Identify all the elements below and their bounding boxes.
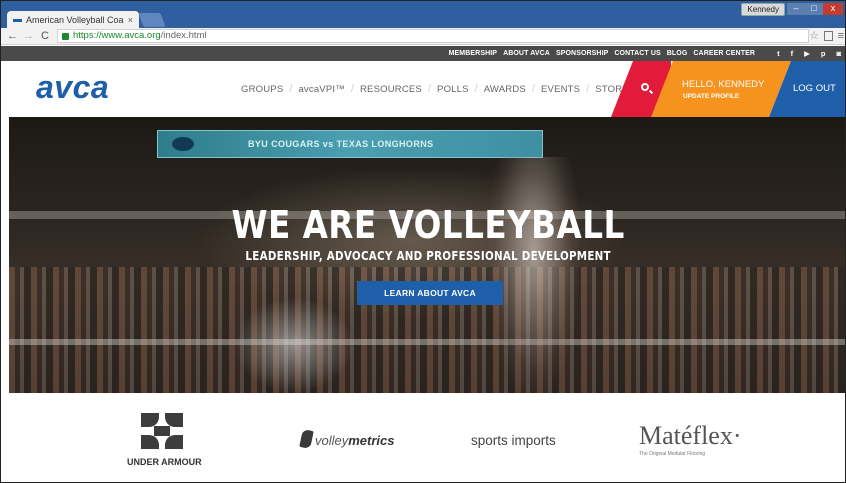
nav-separator: /: [427, 83, 432, 95]
nav-polls[interactable]: POLLS: [437, 84, 469, 95]
volleymetrics-label[interactable]: volleymetrics: [315, 433, 395, 448]
volleymetrics-prefix: volley: [315, 433, 349, 448]
main-nav: GROUPS / avcaVPI™ / RESOURCES / POLLS / …: [241, 61, 629, 117]
nav-resources[interactable]: RESOURCES: [360, 84, 422, 95]
nav-separator: /: [289, 83, 293, 95]
youtube-icon[interactable]: ▶: [804, 49, 810, 58]
reload-icon[interactable]: C: [41, 29, 49, 44]
extension-icon[interactable]: [824, 31, 833, 41]
logout-label[interactable]: LOG OUT: [793, 83, 836, 94]
utility-link-membership[interactable]: MEMBERSHIP: [449, 50, 497, 57]
tab-title: American Volleyball Coa: [26, 15, 124, 25]
volleymetrics-mark-icon[interactable]: [299, 429, 314, 449]
nav-separator: /: [474, 83, 478, 95]
update-profile-link[interactable]: UPDATE PROFILE: [683, 93, 739, 100]
nav-separator: /: [350, 83, 354, 95]
site-header: avca GROUPS / avcaVPI™ / RESOURCES / POL…: [1, 61, 845, 117]
under-armour-label[interactable]: UNDER ARMOUR: [127, 457, 202, 467]
nav-groups[interactable]: GROUPS: [241, 84, 283, 95]
avca-favicon-icon: [13, 18, 22, 22]
twitter-icon[interactable]: t: [777, 49, 780, 58]
hero-player-figure: [234, 297, 354, 393]
minimize-button[interactable]: –: [787, 3, 805, 15]
avca-logo[interactable]: avca: [36, 69, 109, 106]
chrome-menu-icon[interactable]: ≡: [838, 29, 844, 44]
hero-player-figure: [489, 157, 579, 393]
nav-events[interactable]: EVENTS: [541, 84, 580, 95]
learn-about-avca-button[interactable]: LEARN ABOUT AVCA: [357, 281, 503, 305]
byu-logo-icon: [172, 137, 194, 151]
new-tab-button[interactable]: [138, 13, 166, 27]
utility-links: MEMBERSHIP ABOUT AVCA SPONSORSHIP CONTAC…: [449, 46, 755, 61]
browser-titlebar: American Volleyball Coa × Kennedy – □ x: [1, 1, 845, 29]
mateflex-tagline: The Original Modular Flooring: [639, 451, 706, 457]
nav-awards[interactable]: AWARDS: [484, 84, 526, 95]
browser-tab[interactable]: American Volleyball Coa ×: [7, 11, 139, 29]
sports-imports-label[interactable]: sports imports: [471, 433, 556, 448]
profile-button[interactable]: Kennedy: [741, 3, 785, 16]
address-bar[interactable]: https://www.avca.org /index.html: [57, 29, 809, 43]
utility-link-career[interactable]: CAREER CENTER: [693, 50, 755, 57]
browser-window: American Volleyball Coa × Kennedy – □ x …: [0, 0, 846, 483]
hero-section: BYU COUGARS vs TEXAS LONGHORNS WE ARE VO…: [9, 117, 845, 393]
lock-icon: [62, 32, 69, 40]
utility-link-blog[interactable]: BLOG: [667, 50, 688, 57]
url-host: https://www.avca.org: [73, 30, 161, 41]
under-armour-logo-icon[interactable]: [141, 413, 183, 449]
utility-link-sponsorship[interactable]: SPONSORSHIP: [556, 50, 608, 57]
user-greeting[interactable]: HELLO, KENNEDY: [682, 79, 764, 90]
mateflex-label[interactable]: Matéflex·: [639, 421, 742, 451]
nav-separator: /: [586, 83, 590, 95]
utility-link-contact[interactable]: CONTACT US: [614, 50, 660, 57]
search-icon[interactable]: [641, 83, 649, 91]
volleymetrics-suffix: metrics: [348, 433, 395, 448]
social-links: t f ▶ p ◙: [777, 46, 841, 61]
instagram-icon[interactable]: ◙: [836, 49, 841, 58]
sponsor-strip: UNDER ARMOUR volleymetrics sports import…: [9, 393, 845, 482]
tab-close-icon[interactable]: ×: [128, 15, 133, 25]
utility-bar: MEMBERSHIP ABOUT AVCA SPONSORSHIP CONTAC…: [1, 46, 845, 61]
nav-avcavpi[interactable]: avcaVPI™: [298, 84, 344, 95]
browser-toolbar: ← → C https://www.avca.org /index.html ☆…: [1, 28, 845, 45]
hero-net-band-lower: [9, 339, 845, 345]
nav-separator: /: [531, 83, 535, 95]
close-window-button[interactable]: x: [823, 3, 843, 15]
pinterest-icon[interactable]: p: [821, 49, 826, 58]
hero-title: WE ARE VOLLEYBALL: [231, 203, 625, 247]
back-icon[interactable]: ←: [7, 29, 18, 44]
url-path: /index.html: [160, 30, 207, 41]
bookmark-star-icon[interactable]: ☆: [809, 29, 819, 44]
arena-banner: BYU COUGARS vs TEXAS LONGHORNS: [157, 130, 543, 158]
facebook-icon[interactable]: f: [791, 49, 794, 58]
hero-subtitle: LEADERSHIP, ADVOCACY AND PROFESSIONAL DE…: [245, 249, 611, 263]
utility-link-about[interactable]: ABOUT AVCA: [503, 50, 550, 57]
maximize-button[interactable]: □: [805, 3, 823, 15]
forward-icon[interactable]: →: [23, 29, 34, 44]
arena-banner-text: BYU COUGARS vs TEXAS LONGHORNS: [248, 139, 434, 149]
